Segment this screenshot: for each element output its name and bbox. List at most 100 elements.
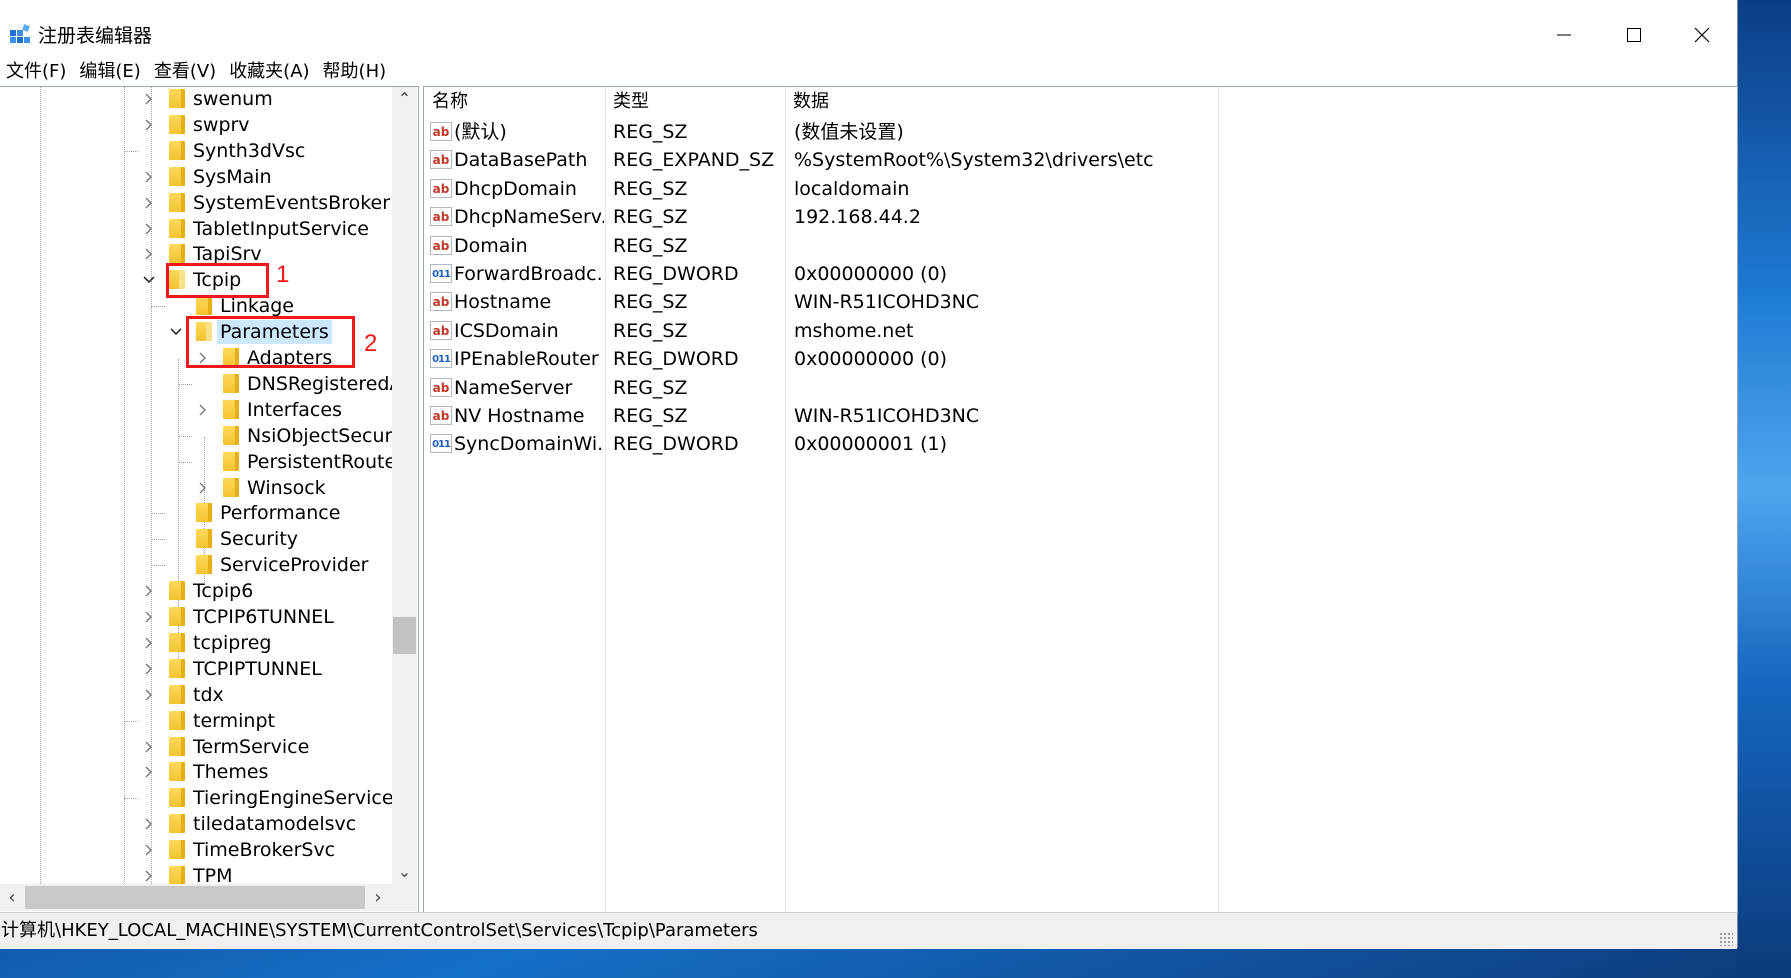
tree-item[interactable]: Winsock bbox=[0, 475, 392, 501]
key-tree[interactable]: swenum swprv Synth3dVsc SysMain SystemEvents… bbox=[0, 87, 392, 884]
tree-item[interactable]: SysMain bbox=[0, 164, 392, 190]
scroll-up-icon[interactable]: ⌃ bbox=[392, 87, 417, 111]
tree-item[interactable]: tcpipreg bbox=[0, 630, 392, 656]
tree-item[interactable]: TCPIPTUNNEL bbox=[0, 656, 392, 682]
collapse-chevron-right-icon[interactable] bbox=[142, 118, 156, 132]
desktop-background bbox=[1737, 0, 1791, 978]
tree-guide-line bbox=[151, 565, 165, 567]
scroll-left-icon[interactable]: ‹ bbox=[0, 884, 24, 911]
folder-icon bbox=[169, 244, 185, 264]
menu-favorites[interactable]: 收藏夹(A) bbox=[223, 58, 315, 86]
maximize-button[interactable] bbox=[1599, 12, 1669, 58]
value-row[interactable]: ab ICSDomain REG_SZ mshome.net bbox=[424, 317, 1724, 345]
values-pane[interactable]: 名称 类型 数据 ab (默认) REG_SZ (数值未设置) ab DataBasePa… bbox=[423, 86, 1738, 914]
scroll-down-icon[interactable]: ⌄ bbox=[392, 860, 417, 884]
tree-item[interactable]: tiledatamodelsvc bbox=[0, 811, 392, 837]
tree-item[interactable]: Synth3dVsc bbox=[0, 138, 392, 164]
collapse-chevron-right-icon[interactable] bbox=[142, 636, 156, 650]
tree-item[interactable]: Tcpip6 bbox=[0, 578, 392, 604]
value-row[interactable]: ab (默认) REG_SZ (数值未设置) bbox=[424, 118, 1724, 146]
value-name: Hostname bbox=[454, 291, 552, 314]
title-bar[interactable]: 注册表编辑器 bbox=[0, 0, 1737, 58]
tree-guide-line bbox=[151, 306, 165, 308]
value-type: REG_DWORD bbox=[613, 263, 739, 285]
tree-item[interactable]: swprv bbox=[0, 112, 392, 138]
collapse-chevron-right-icon[interactable] bbox=[142, 92, 156, 106]
collapse-chevron-right-icon[interactable] bbox=[142, 247, 156, 261]
collapse-chevron-right-icon[interactable] bbox=[142, 662, 156, 676]
tree-item[interactable]: SystemEventsBroker bbox=[0, 190, 392, 216]
value-row[interactable]: ab NV Hostname REG_SZ WIN-R51ICOHD3NC bbox=[424, 402, 1724, 430]
tree-item[interactable]: swenum bbox=[0, 87, 392, 112]
value-row[interactable]: ab Hostname REG_SZ WIN-R51ICOHD3NC bbox=[424, 288, 1724, 316]
collapse-chevron-right-icon[interactable] bbox=[142, 843, 156, 857]
scroll-right-icon[interactable]: › bbox=[366, 884, 390, 911]
menu-view[interactable]: 查看(V) bbox=[148, 58, 222, 86]
tree-vertical-scroll-thumb[interactable] bbox=[393, 617, 416, 654]
expand-chevron-down-icon[interactable] bbox=[169, 325, 183, 339]
collapse-chevron-right-icon[interactable] bbox=[142, 688, 156, 702]
collapse-chevron-right-icon[interactable] bbox=[196, 403, 210, 417]
collapse-chevron-right-icon[interactable] bbox=[142, 170, 156, 184]
value-row[interactable]: ab NameServer REG_SZ bbox=[424, 374, 1724, 402]
resize-grip-icon[interactable] bbox=[1719, 932, 1733, 946]
collapse-chevron-right-icon[interactable] bbox=[142, 765, 156, 779]
menu-help[interactable]: 帮助(H) bbox=[317, 58, 393, 86]
tree-item[interactable]: TieringEngineService bbox=[0, 785, 392, 811]
status-path: 计算机\HKEY_LOCAL_MACHINE\SYSTEM\CurrentCon… bbox=[1, 920, 758, 941]
tree-item[interactable]: TCPIP6TUNNEL bbox=[0, 604, 392, 630]
value-row[interactable]: 011 SyncDomainWi... REG_DWORD 0x00000001 (1… bbox=[424, 430, 1724, 458]
collapse-chevron-right-icon[interactable] bbox=[196, 481, 210, 495]
minimize-button[interactable] bbox=[1529, 12, 1599, 58]
value-row[interactable]: 011 IPEnableRouter REG_DWORD 0x00000000 (0) bbox=[424, 345, 1724, 373]
key-tree-pane[interactable]: swenum swprv Synth3dVsc SysMain SystemEvents… bbox=[0, 86, 419, 914]
tree-item[interactable]: PersistentRoutes bbox=[0, 449, 392, 475]
collapse-chevron-right-icon[interactable] bbox=[142, 610, 156, 624]
tree-item[interactable]: Interfaces bbox=[0, 397, 392, 423]
value-row[interactable]: 011 ForwardBroadc... REG_DWORD 0x00000000 (… bbox=[424, 260, 1724, 288]
folder-icon bbox=[169, 632, 185, 652]
tree-item[interactable]: terminpt bbox=[0, 708, 392, 734]
folder-icon bbox=[223, 477, 239, 497]
collapse-chevron-right-icon[interactable] bbox=[142, 740, 156, 754]
value-type: REG_SZ bbox=[613, 376, 688, 399]
value-row[interactable]: ab Domain REG_SZ bbox=[424, 232, 1724, 260]
string-value-icon: ab bbox=[430, 406, 452, 425]
folder-icon bbox=[169, 140, 185, 160]
tree-item[interactable]: Performance bbox=[0, 500, 392, 526]
value-name: DhcpDomain bbox=[454, 177, 577, 200]
tree-item-label: TCPIPTUNNEL bbox=[193, 657, 322, 680]
column-header-type[interactable]: 类型 bbox=[605, 87, 785, 117]
collapse-chevron-right-icon[interactable] bbox=[142, 222, 156, 236]
tree-item[interactable]: ServiceProvider bbox=[0, 552, 392, 578]
binary-value-icon: 011 bbox=[430, 264, 452, 283]
value-row[interactable]: ab DhcpNameServ... REG_SZ 192.168.44.2 bbox=[424, 203, 1724, 231]
column-header-name[interactable]: 名称 bbox=[424, 87, 605, 117]
value-name: IPEnableRouter bbox=[454, 348, 599, 371]
tree-item[interactable]: tdx bbox=[0, 682, 392, 708]
column-header-data[interactable]: 数据 bbox=[785, 87, 1205, 117]
value-data: 0x00000001 (1) bbox=[794, 433, 947, 456]
tree-item[interactable]: Security bbox=[0, 526, 392, 552]
tree-item[interactable]: TermService bbox=[0, 734, 392, 760]
collapse-chevron-right-icon[interactable] bbox=[142, 817, 156, 831]
tree-item[interactable]: Themes bbox=[0, 759, 392, 785]
collapse-chevron-right-icon[interactable] bbox=[142, 584, 156, 598]
tree-item[interactable]: TPM bbox=[0, 863, 392, 884]
expand-chevron-down-icon[interactable] bbox=[142, 273, 156, 287]
tree-item[interactable]: DNSRegisteredA bbox=[0, 371, 392, 397]
tree-horizontal-scroll-thumb[interactable] bbox=[25, 886, 365, 909]
menu-edit[interactable]: 编辑(E) bbox=[73, 58, 146, 86]
tree-horizontal-scrollbar[interactable]: ‹ › bbox=[0, 884, 392, 911]
tree-item[interactable]: NsiObjectSecurit bbox=[0, 423, 392, 449]
collapse-chevron-right-icon[interactable] bbox=[142, 196, 156, 210]
tree-item[interactable]: TabletInputService bbox=[0, 216, 392, 242]
tree-item-label: SysMain bbox=[193, 165, 272, 188]
value-row[interactable]: ab DhcpDomain REG_SZ localdomain bbox=[424, 175, 1724, 203]
tree-item[interactable]: TimeBrokerSvc bbox=[0, 837, 392, 863]
close-button[interactable] bbox=[1667, 12, 1737, 58]
collapse-chevron-right-icon[interactable] bbox=[142, 869, 156, 883]
tree-vertical-scrollbar[interactable]: ⌃ ⌄ bbox=[392, 87, 417, 884]
value-row[interactable]: ab DataBasePath REG_EXPAND_SZ %SystemRoot%\… bbox=[424, 146, 1724, 174]
menu-file[interactable]: 文件(F) bbox=[0, 58, 72, 86]
